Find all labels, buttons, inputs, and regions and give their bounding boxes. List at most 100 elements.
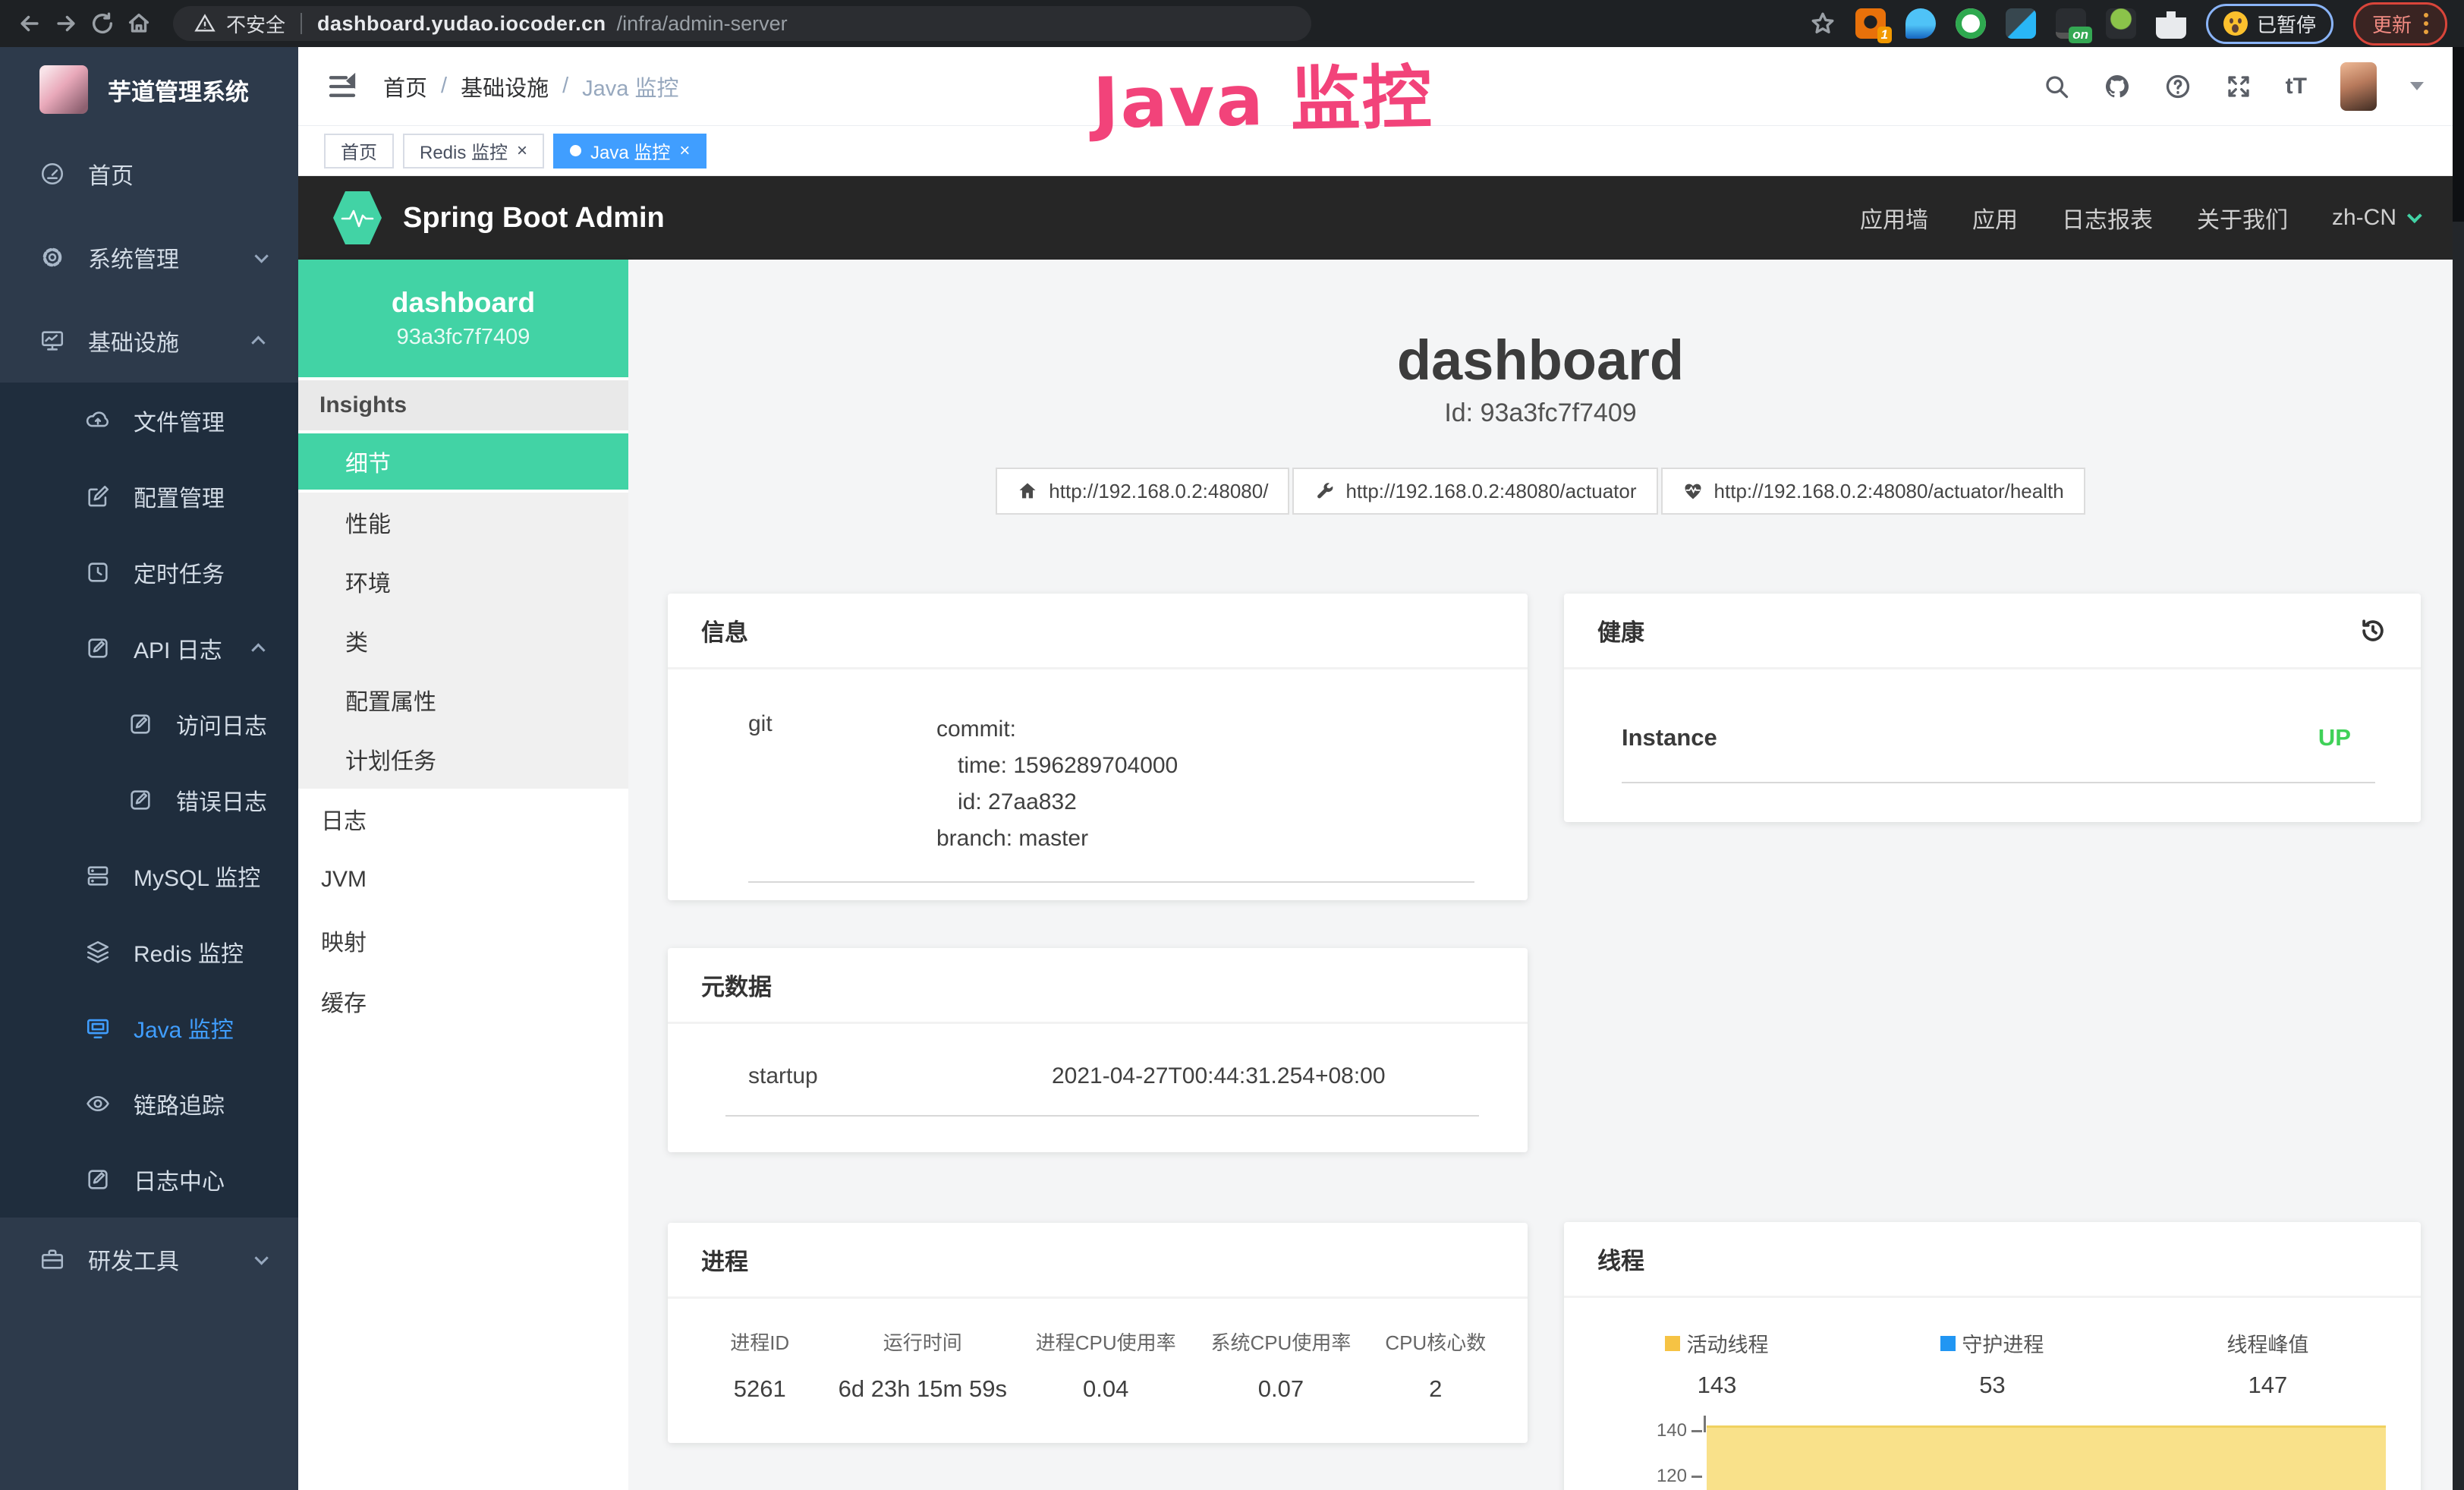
sidebar-item-infra[interactable]: 基础设施 xyxy=(0,299,298,383)
extension-icon-pin[interactable] xyxy=(1905,8,1936,39)
edit-icon xyxy=(85,484,111,509)
bookmark-star-icon[interactable] xyxy=(1810,11,1836,36)
threads-area-series xyxy=(1707,1425,2386,1490)
home-icon[interactable] xyxy=(126,11,152,36)
tab-redis[interactable]: Redis 监控 × xyxy=(403,134,544,169)
tab-java[interactable]: Java 监控 × xyxy=(553,134,706,169)
locale-selector[interactable]: zh-CN xyxy=(2332,205,2418,231)
legend-daemon: 守护进程 xyxy=(1855,1328,2130,1358)
paused-face-icon xyxy=(2223,11,2248,36)
sba-brand: Spring Boot Admin xyxy=(403,202,665,235)
sba-menu-jvm[interactable]: JVM xyxy=(298,849,628,910)
sidebar-item-java[interactable]: Java 监控 xyxy=(0,990,298,1066)
health-card: 健康 Instance UP xyxy=(1564,594,2421,822)
actuator-url-button[interactable]: http://192.168.0.2:48080/actuator xyxy=(1292,468,1657,515)
sba-menu-mappings[interactable]: 映射 xyxy=(298,910,628,971)
monitor-icon xyxy=(39,328,65,354)
sba-nav-wall[interactable]: 应用墙 xyxy=(1860,201,1928,235)
sidebar-item-system[interactable]: 系统管理 xyxy=(0,216,298,299)
sidebar-item-mysql[interactable]: MySQL 监控 xyxy=(0,838,298,914)
search-icon[interactable] xyxy=(2043,73,2070,100)
sba-nav-about[interactable]: 关于我们 xyxy=(2197,201,2288,235)
sba-menu-logs[interactable]: 日志 xyxy=(298,789,628,849)
font-size-icon[interactable]: tT xyxy=(2286,74,2307,99)
sba-menu-classes[interactable]: 类 xyxy=(298,611,628,670)
sba-nav-journal[interactable]: 日志报表 xyxy=(2062,201,2153,235)
breadcrumb-infra[interactable]: 基础设施 xyxy=(461,71,549,102)
col-cpus: CPU核心数 xyxy=(1367,1328,1505,1356)
cloud-upload-icon xyxy=(85,408,111,433)
breadcrumb-separator: / xyxy=(562,74,568,99)
wrench-icon xyxy=(1314,480,1335,502)
git-branch-line: branch: master xyxy=(936,821,1178,857)
forward-icon[interactable] xyxy=(53,11,79,36)
extension-icon-person[interactable] xyxy=(2106,8,2136,39)
sba-menu-env[interactable]: 环境 xyxy=(298,552,628,611)
reload-icon[interactable] xyxy=(90,11,115,36)
extension-icon-green-circle[interactable] xyxy=(1956,8,1986,39)
sidebar-item-accesslog[interactable]: 访问日志 xyxy=(0,686,298,762)
sba-menu-configprops[interactable]: 配置属性 xyxy=(298,670,628,729)
instance-id: 93a3fc7f7409 xyxy=(397,325,530,350)
extensions-puzzle-icon[interactable] xyxy=(2156,8,2186,39)
extension-icon-orange[interactable]: 1 xyxy=(1855,8,1886,39)
threads-values: 143 53 147 xyxy=(1564,1358,2421,1399)
health-card-title: 健康 xyxy=(1597,613,1644,647)
tab-label: 首页 xyxy=(341,137,377,164)
sidebar-item-errorlog[interactable]: 错误日志 xyxy=(0,762,298,838)
address-bar[interactable]: 不安全 dashboard.yudao.iocoder.cn /infra/ad… xyxy=(173,6,1311,41)
scrollbar-thumb[interactable] xyxy=(2453,47,2464,222)
sidebar-item-trace[interactable]: 链路追踪 xyxy=(0,1066,298,1142)
sidebar-item-file[interactable]: 文件管理 xyxy=(0,383,298,458)
chevron-up-icon xyxy=(251,335,265,349)
sidebar-item-job[interactable]: 定时任务 xyxy=(0,534,298,610)
close-icon[interactable]: × xyxy=(679,142,690,160)
process-table-values: 5261 6d 23h 15m 59s 0.04 0.07 2 xyxy=(668,1356,1528,1403)
instance-name: dashboard xyxy=(392,287,535,319)
app-sidebar: 芋道管理系统 首页 系统管理 基础设施 文件管理 配置管理 定时任务 API 日… xyxy=(0,47,298,1490)
service-url: http://192.168.0.2:48080/ xyxy=(1049,480,1268,503)
back-icon[interactable] xyxy=(17,11,42,36)
profile-paused-chip[interactable]: 已暂停 xyxy=(2206,4,2333,44)
sidebar-item-home[interactable]: 首页 xyxy=(0,132,298,216)
threads-card-title: 线程 xyxy=(1564,1222,2421,1298)
edit-icon xyxy=(85,1167,111,1192)
avatar-caret-icon[interactable] xyxy=(2410,82,2424,90)
sidebar-item-label: 链路追踪 xyxy=(134,1087,225,1120)
tab-home[interactable]: 首页 xyxy=(324,134,394,169)
page-scrollbar[interactable] xyxy=(2453,47,2464,1490)
avatar[interactable] xyxy=(2340,62,2377,111)
sidebar-item-config[interactable]: 配置管理 xyxy=(0,458,298,534)
history-icon[interactable] xyxy=(2359,616,2387,645)
fullscreen-icon[interactable] xyxy=(2225,73,2252,100)
extension-icon-list[interactable]: on xyxy=(2056,8,2086,39)
sba-menu-metrics[interactable]: 性能 xyxy=(298,493,628,552)
chrome-update-button[interactable]: 更新 xyxy=(2353,2,2447,46)
health-url-button[interactable]: http://192.168.0.2:48080/actuator/health xyxy=(1661,468,2085,515)
browser-toolbar: 不安全 dashboard.yudao.iocoder.cn /infra/ad… xyxy=(0,0,2464,47)
help-icon[interactable] xyxy=(2164,73,2192,100)
github-icon[interactable] xyxy=(2104,73,2131,100)
threads-card: 线程 活动线程 守护进程 线程峰值 143 53 xyxy=(1564,1222,2421,1490)
sidebar-item-devtools[interactable]: 研发工具 xyxy=(0,1218,298,1301)
extension-icon-grid[interactable] xyxy=(2006,8,2036,39)
git-id-line: id: 27aa832 xyxy=(936,784,1178,821)
sba-nav-applications[interactable]: 应用 xyxy=(1972,201,2018,235)
val-process-cpu: 0.04 xyxy=(1016,1375,1195,1403)
sba-menu-caches[interactable]: 缓存 xyxy=(298,971,628,1032)
row-divider xyxy=(725,1115,1479,1117)
app-header: 首页 / 基础设施 / Java 监控 tT xyxy=(298,47,2453,126)
health-card-header: 健康 xyxy=(1564,594,2421,669)
actuator-url: http://192.168.0.2:48080/actuator xyxy=(1345,480,1636,503)
sba-menu-scheduledtasks[interactable]: 计划任务 xyxy=(298,729,628,789)
update-label: 更新 xyxy=(2372,10,2412,38)
hamburger-icon[interactable] xyxy=(327,71,357,102)
service-url-button[interactable]: http://192.168.0.2:48080/ xyxy=(996,468,1289,515)
sidebar-item-redis[interactable]: Redis 监控 xyxy=(0,914,298,990)
sba-menu-details[interactable]: 细节 xyxy=(298,433,628,493)
sidebar-item-logcenter[interactable]: 日志中心 xyxy=(0,1142,298,1218)
breadcrumb-home[interactable]: 首页 xyxy=(383,71,427,102)
close-icon[interactable]: × xyxy=(517,142,527,160)
sidebar-item-apilog[interactable]: API 日志 xyxy=(0,610,298,686)
browser-menu-icon[interactable] xyxy=(2424,13,2428,34)
